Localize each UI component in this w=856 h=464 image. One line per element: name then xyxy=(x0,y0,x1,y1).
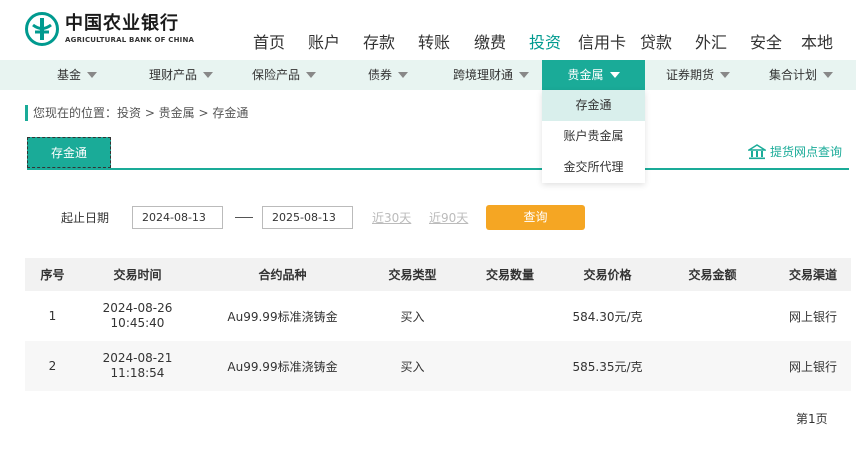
topnav-account[interactable]: 账户 xyxy=(308,29,340,53)
subnav-fund[interactable]: 基金 xyxy=(57,60,98,90)
topnav-home[interactable]: 首页 xyxy=(253,29,285,53)
chevron-down-icon xyxy=(306,72,317,78)
cell-clock: 10:45:40 xyxy=(110,316,165,330)
chevron-down-icon xyxy=(609,72,620,78)
cell-amount xyxy=(650,341,775,391)
subnav-bond-label: 债券 xyxy=(368,68,393,82)
subnav-cross-border-label: 跨境理财通 xyxy=(453,68,514,82)
chevron-down-icon xyxy=(720,72,731,78)
date-separator xyxy=(235,217,253,218)
subnav-wealth-label: 理财产品 xyxy=(149,68,198,82)
topnav-security[interactable]: 安全 xyxy=(750,29,782,53)
subnav-collective-label: 集合计划 xyxy=(769,68,818,82)
query-button[interactable]: 查询 xyxy=(486,205,585,230)
header-qty: 交易数量 xyxy=(485,268,534,282)
topnav-loan[interactable]: 贷款 xyxy=(640,29,672,53)
cell-type: 买入 xyxy=(400,359,425,374)
subnav-collective[interactable]: 集合计划 xyxy=(769,60,834,90)
last-90-days-link[interactable]: 近90天 xyxy=(429,209,468,226)
subnav-cross-border[interactable]: 跨境理财通 xyxy=(453,60,530,90)
chevron-down-icon xyxy=(398,72,409,78)
subnav-insurance[interactable]: 保险产品 xyxy=(252,60,317,90)
cell-channel: 网上银行 xyxy=(788,309,837,324)
dropdown-item-account-metal[interactable]: 账户贵金属 xyxy=(542,121,645,152)
top-nav: 首页 账户 存款 转账 缴费 投资 信用卡 贷款 外汇 安全 本地 xyxy=(0,29,856,53)
cell-price: 584.30元/克 xyxy=(572,309,643,324)
subnav-securities[interactable]: 证券期货 xyxy=(666,60,731,90)
cell-price: 585.35元/克 xyxy=(572,359,643,374)
dropdown-item-cunjintong[interactable]: 存金通 xyxy=(542,90,645,121)
topnav-deposit[interactable]: 存款 xyxy=(363,29,395,53)
tab-cunjintong[interactable]: 存金通 xyxy=(27,137,111,168)
subnav-fund-label: 基金 xyxy=(57,68,82,82)
cell-product: Au99.99标准浇铸金 xyxy=(227,309,338,324)
subnav-bond[interactable]: 债券 xyxy=(368,60,409,90)
cell-no: 2 xyxy=(48,359,57,373)
header-no: 序号 xyxy=(40,268,65,282)
header: 中国农业银行 AGRICULTURAL BANK OF CHINA 首页 账户 … xyxy=(0,0,856,60)
table-row: 2 2024-08-21 11:18:54 Au99.99标准浇铸金 买入 58… xyxy=(25,341,851,391)
topnav-forex[interactable]: 外汇 xyxy=(695,29,727,53)
cell-no: 1 xyxy=(48,309,57,323)
subnav-insurance-label: 保险产品 xyxy=(252,68,301,82)
start-date-input[interactable]: 2024-08-13 xyxy=(132,206,223,229)
precious-metal-dropdown: 存金通 账户贵金属 金交所代理 xyxy=(542,90,645,183)
cell-clock: 11:18:54 xyxy=(110,366,165,380)
cell-product: Au99.99标准浇铸金 xyxy=(227,359,338,374)
cell-time: 2024-08-21 11:18:54 xyxy=(80,341,195,391)
topnav-payment[interactable]: 缴费 xyxy=(474,29,506,53)
header-channel: 交易渠道 xyxy=(788,268,837,282)
cell-qty xyxy=(455,291,565,341)
header-time: 交易时间 xyxy=(113,268,162,282)
tihuo-link-label: 提货网点查询 xyxy=(770,145,843,159)
cell-time: 2024-08-26 10:45:40 xyxy=(80,291,195,341)
header-amount: 交易金额 xyxy=(688,268,737,282)
topnav-local[interactable]: 本地 xyxy=(801,29,833,53)
header-type: 交易类型 xyxy=(388,268,437,282)
last-30-days-link[interactable]: 近30天 xyxy=(372,209,411,226)
cell-channel: 网上银行 xyxy=(788,359,837,374)
chevron-down-icon xyxy=(87,72,98,78)
table-header: 序号 交易时间 合约品种 交易类型 交易数量 交易价格 交易金额 交易渠道 xyxy=(25,258,851,291)
end-date-input[interactable]: 2025-08-13 xyxy=(262,206,353,229)
subnav-precious-metal[interactable]: 贵金属 xyxy=(542,60,645,90)
topnav-invest[interactable]: 投资 xyxy=(529,29,561,53)
subnav-securities-label: 证券期货 xyxy=(666,68,715,82)
cell-date: 2024-08-21 xyxy=(102,351,173,365)
topnav-credit-card[interactable]: 信用卡 xyxy=(578,29,626,53)
sub-nav: 基金 理财产品 保险产品 债券 跨境理财通 贵金属 证券期货 集合计划 xyxy=(0,60,856,90)
bank-building-icon xyxy=(748,143,766,159)
cell-type: 买入 xyxy=(400,309,425,324)
transaction-table: 序号 交易时间 合约品种 交易类型 交易数量 交易价格 交易金额 交易渠道 1 … xyxy=(25,258,851,391)
breadcrumb: 您现在的位置：投资 > 贵金属 > 存金通 xyxy=(25,105,248,121)
chevron-down-icon xyxy=(203,72,214,78)
tihuo-link[interactable]: 提货网点查询 xyxy=(748,143,842,160)
table-row: 1 2024-08-26 10:45:40 Au99.99标准浇铸金 买入 58… xyxy=(25,291,851,341)
chevron-down-icon xyxy=(519,72,530,78)
cell-date: 2024-08-26 xyxy=(102,301,173,315)
page-indicator: 第1页 xyxy=(796,412,828,426)
subnav-precious-metal-label: 贵金属 xyxy=(567,68,604,82)
tab-divider xyxy=(27,168,849,170)
subnav-wealth[interactable]: 理财产品 xyxy=(149,60,214,90)
dropdown-item-sge-agent[interactable]: 金交所代理 xyxy=(542,152,645,183)
header-price: 交易价格 xyxy=(583,268,632,282)
cell-amount xyxy=(650,291,775,341)
topnav-transfer[interactable]: 转账 xyxy=(418,29,450,53)
date-range-label: 起止日期 xyxy=(61,211,110,225)
cell-qty xyxy=(455,341,565,391)
header-product: 合约品种 xyxy=(258,268,307,282)
chevron-down-icon xyxy=(823,72,834,78)
